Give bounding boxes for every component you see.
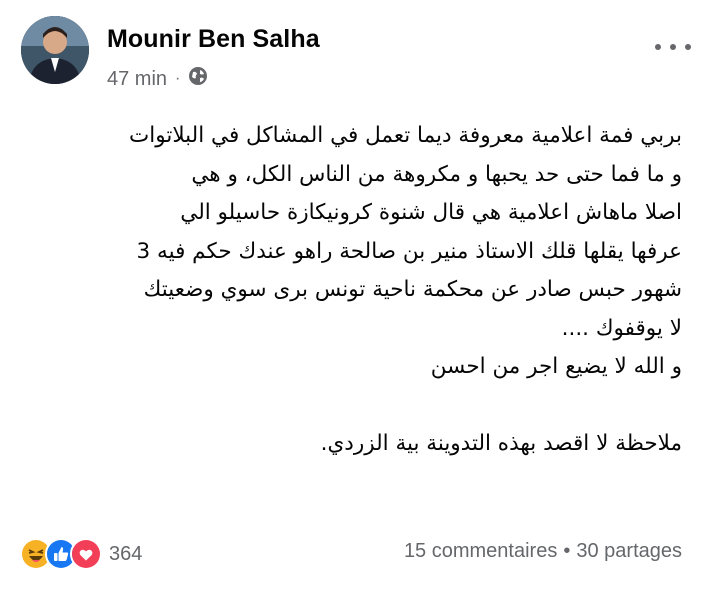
post-text-line: بربي فمة اعلامية معروفة ديما تعمل في الم… [129, 123, 682, 148]
dot-icon [655, 44, 661, 50]
post-footer: 364 15 commentaires • 30 partages [20, 536, 682, 570]
more-options-button[interactable] [655, 36, 691, 58]
post-meta: 47 min · [107, 66, 208, 92]
love-icon [70, 538, 102, 570]
stats-separator: • [563, 540, 571, 562]
post-text-line: و ما فما حتى حد يحبها و مكروهة من الناس … [191, 161, 682, 187]
engagement-stats: 15 commentaires • 30 partages [404, 540, 682, 563]
globe-icon[interactable] [188, 66, 208, 92]
post-timestamp[interactable]: 47 min [107, 68, 167, 91]
dot-icon [670, 44, 676, 50]
post-text-line: شهور حبس صادر عن محكمة ناحية تونس برى سو… [143, 277, 682, 302]
comments-link[interactable]: 15 commentaires [404, 540, 557, 563]
post-text-line: و الله لا يضيع اجر من احسن [430, 354, 682, 379]
post-text: بربي فمة اعلامية معروفة ديما تعمل في الم… [20, 117, 682, 464]
dot-icon [685, 44, 691, 50]
shares-link[interactable]: 30 partages [576, 540, 682, 563]
meta-separator: · [175, 70, 181, 87]
post-text-line: عرفها يقلها قلك الاستاذ منير بن صالحة را… [136, 238, 682, 264]
post-text-line: اصلا ماهاش اعلامية هي قال شنوة كرونيكازة… [180, 200, 682, 225]
post-text-line: ملاحظة لا اقصد بهذه التدوينة بية الزردي. [320, 431, 682, 456]
reactions-summary[interactable]: 364 [20, 538, 142, 570]
post-header: Mounir Ben Salha 47 min · [21, 16, 702, 96]
post-text-line: لا يوقفوك .... [561, 315, 682, 341]
author-name[interactable]: Mounir Ben Salha [107, 25, 320, 54]
avatar[interactable] [21, 16, 89, 84]
reaction-count: 364 [109, 542, 143, 565]
